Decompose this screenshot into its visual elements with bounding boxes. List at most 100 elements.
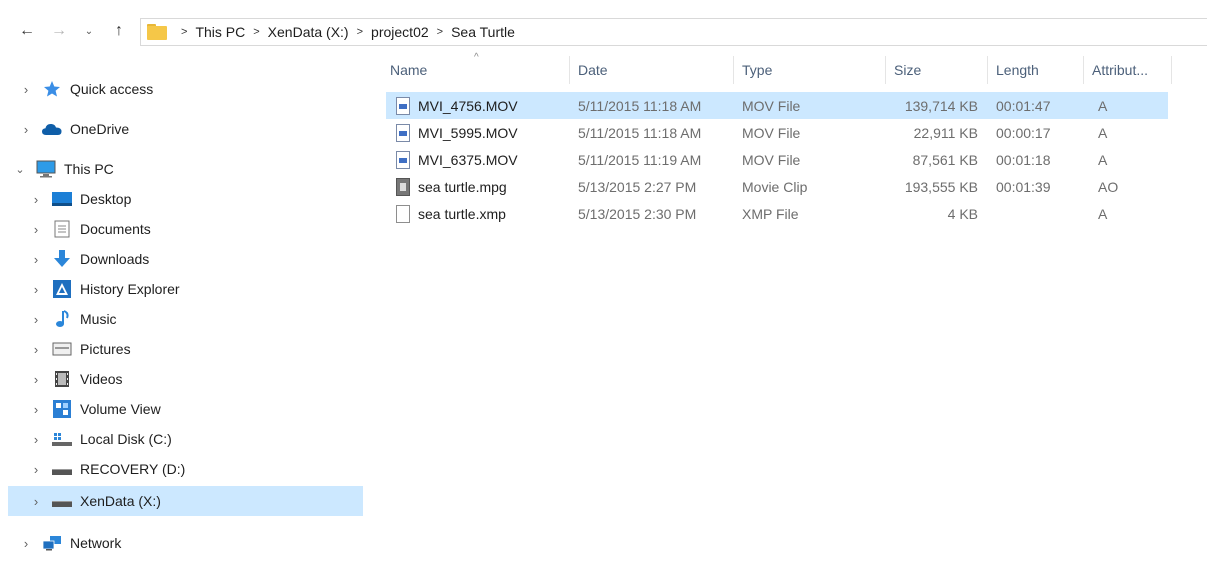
file-row[interactable]: MVI_6375.MOV 5/11/2015 11:19 AM MOV File… — [386, 146, 1168, 173]
file-size: 4 KB — [947, 205, 978, 222]
file-length: 00:01:18 — [996, 151, 1051, 168]
expand-chevron-icon[interactable]: › — [30, 222, 42, 237]
recent-locations-chevron-icon[interactable]: ⌄ — [80, 18, 98, 44]
folder-icon — [147, 24, 167, 40]
file-attributes: AO — [1098, 178, 1119, 195]
collapse-chevron-icon[interactable]: ⌄ — [14, 163, 26, 176]
film-icon — [52, 370, 72, 388]
sidebar-item-quick-access[interactable]: › Quick access — [20, 74, 383, 104]
sidebar-item-xendata-x[interactable]: › XenData (X:) — [8, 486, 363, 516]
blank-file-icon — [396, 204, 410, 223]
breadcrumb-separator-icon[interactable]: > — [357, 26, 363, 38]
file-date: 5/11/2015 11:19 AM — [578, 151, 702, 168]
file-date: 5/13/2015 2:30 PM — [578, 205, 697, 222]
column-header-attributes[interactable]: Attribut... — [1086, 56, 1172, 84]
file-row[interactable]: MVI_5995.MOV 5/11/2015 11:18 AM MOV File… — [386, 119, 1168, 146]
expand-chevron-icon[interactable]: › — [20, 82, 32, 97]
address-bar[interactable]: > This PC > XenData (X:) > project02 > S… — [140, 18, 1207, 46]
file-length: 00:01:47 — [996, 97, 1051, 114]
file-length: 00:01:39 — [996, 178, 1051, 195]
expand-chevron-icon[interactable]: › — [30, 312, 42, 327]
column-header-type[interactable]: Type — [736, 56, 886, 84]
column-header-size[interactable]: Size — [888, 56, 988, 84]
breadcrumb-xendata[interactable]: XenData (X:) — [268, 24, 349, 40]
file-size: 193,555 KB — [904, 178, 978, 195]
column-header-date[interactable]: Date — [572, 56, 734, 84]
file-type: Movie Clip — [742, 178, 808, 195]
sidebar-item-history-explorer[interactable]: › History Explorer — [30, 274, 393, 304]
movie-clip-icon — [396, 177, 410, 196]
file-date: 5/11/2015 11:18 AM — [578, 97, 702, 114]
breadcrumb-this-pc[interactable]: This PC — [195, 24, 245, 40]
column-header-length[interactable]: Length — [990, 56, 1084, 84]
expand-chevron-icon[interactable]: › — [30, 192, 42, 207]
video-file-icon — [396, 123, 410, 142]
expand-chevron-icon[interactable]: › — [30, 282, 42, 297]
file-attributes: A — [1098, 151, 1108, 168]
desktop-icon — [52, 190, 72, 208]
breadcrumb-separator-icon[interactable]: > — [181, 26, 187, 38]
file-length: 00:00:17 — [996, 124, 1051, 141]
computer-icon — [36, 160, 56, 178]
sidebar-item-music[interactable]: › Music — [30, 304, 393, 334]
sidebar-item-downloads[interactable]: › Downloads — [30, 244, 393, 274]
expand-chevron-icon[interactable]: › — [30, 462, 42, 477]
file-row[interactable]: sea turtle.xmp 5/13/2015 2:30 PM XMP Fil… — [386, 200, 1168, 227]
sidebar-item-videos[interactable]: › Videos — [30, 364, 393, 394]
video-file-icon — [396, 96, 410, 115]
expand-chevron-icon[interactable]: › — [30, 252, 42, 267]
expand-chevron-icon[interactable]: › — [30, 494, 42, 509]
file-size: 22,911 KB — [913, 124, 978, 141]
file-type: MOV File — [742, 124, 801, 141]
sidebar-item-pictures[interactable]: › Pictures — [30, 334, 393, 364]
sidebar-item-onedrive[interactable]: › OneDrive — [20, 114, 383, 144]
pictures-icon — [52, 340, 72, 358]
file-name: MVI_4756.MOV — [418, 97, 518, 114]
sidebar-item-network[interactable]: › Network — [20, 528, 383, 558]
file-type: MOV File — [742, 97, 801, 114]
expand-chevron-icon[interactable]: › — [30, 402, 42, 417]
file-date: 5/11/2015 11:18 AM — [578, 124, 702, 141]
address-row: ← → ⌄ ↑ > This PC > XenData (X:) > proje… — [0, 14, 1207, 48]
breadcrumb-sea-turtle[interactable]: Sea Turtle — [451, 24, 515, 40]
navigation-pane: › Quick access › OneDrive ⌄ This PC › De… — [0, 70, 368, 568]
back-arrow-icon[interactable]: ← — [16, 18, 38, 44]
expand-chevron-icon[interactable]: › — [30, 372, 42, 387]
documents-icon — [52, 220, 72, 238]
cloud-icon — [42, 120, 62, 138]
sidebar-item-local-disk-c[interactable]: › Local Disk (C:) — [30, 424, 393, 454]
expand-chevron-icon[interactable]: › — [20, 536, 32, 551]
file-name: MVI_6375.MOV — [418, 151, 518, 168]
forward-arrow-icon[interactable]: → — [48, 18, 70, 44]
expand-chevron-icon[interactable]: › — [30, 342, 42, 357]
file-row[interactable]: sea turtle.mpg 5/13/2015 2:27 PM Movie C… — [386, 173, 1168, 200]
sidebar-item-recovery-d[interactable]: › RECOVERY (D:) — [30, 454, 393, 484]
drive-icon — [52, 492, 72, 510]
download-arrow-icon — [52, 250, 72, 268]
breadcrumb-project02[interactable]: project02 — [371, 24, 429, 40]
file-size: 139,714 KB — [904, 97, 978, 114]
up-arrow-icon[interactable]: ↑ — [108, 18, 130, 44]
expand-chevron-icon[interactable]: › — [30, 432, 42, 447]
history-explorer-icon — [52, 280, 72, 298]
file-row[interactable]: MVI_4756.MOV 5/11/2015 11:18 AM MOV File… — [386, 92, 1168, 119]
music-note-icon — [52, 310, 72, 328]
file-attributes: A — [1098, 205, 1108, 222]
video-file-icon — [396, 150, 410, 169]
sidebar-item-documents[interactable]: › Documents — [30, 214, 393, 244]
file-type: MOV File — [742, 151, 801, 168]
file-name: MVI_5995.MOV — [418, 124, 518, 141]
file-attributes: A — [1098, 97, 1108, 114]
sidebar-item-desktop[interactable]: › Desktop — [30, 184, 393, 214]
file-type: XMP File — [742, 205, 799, 222]
breadcrumb-separator-icon[interactable]: > — [437, 26, 443, 38]
breadcrumb-separator-icon[interactable]: > — [253, 26, 259, 38]
file-date: 5/13/2015 2:27 PM — [578, 178, 697, 195]
expand-chevron-icon[interactable]: › — [20, 122, 32, 137]
file-name: sea turtle.xmp — [418, 205, 506, 222]
sidebar-item-volume-view[interactable]: › Volume View — [30, 394, 393, 424]
file-attributes: A — [1098, 124, 1108, 141]
sidebar-item-this-pc[interactable]: ⌄ This PC — [14, 154, 377, 184]
column-header-name[interactable]: Name — [384, 56, 570, 84]
star-icon — [42, 80, 62, 98]
